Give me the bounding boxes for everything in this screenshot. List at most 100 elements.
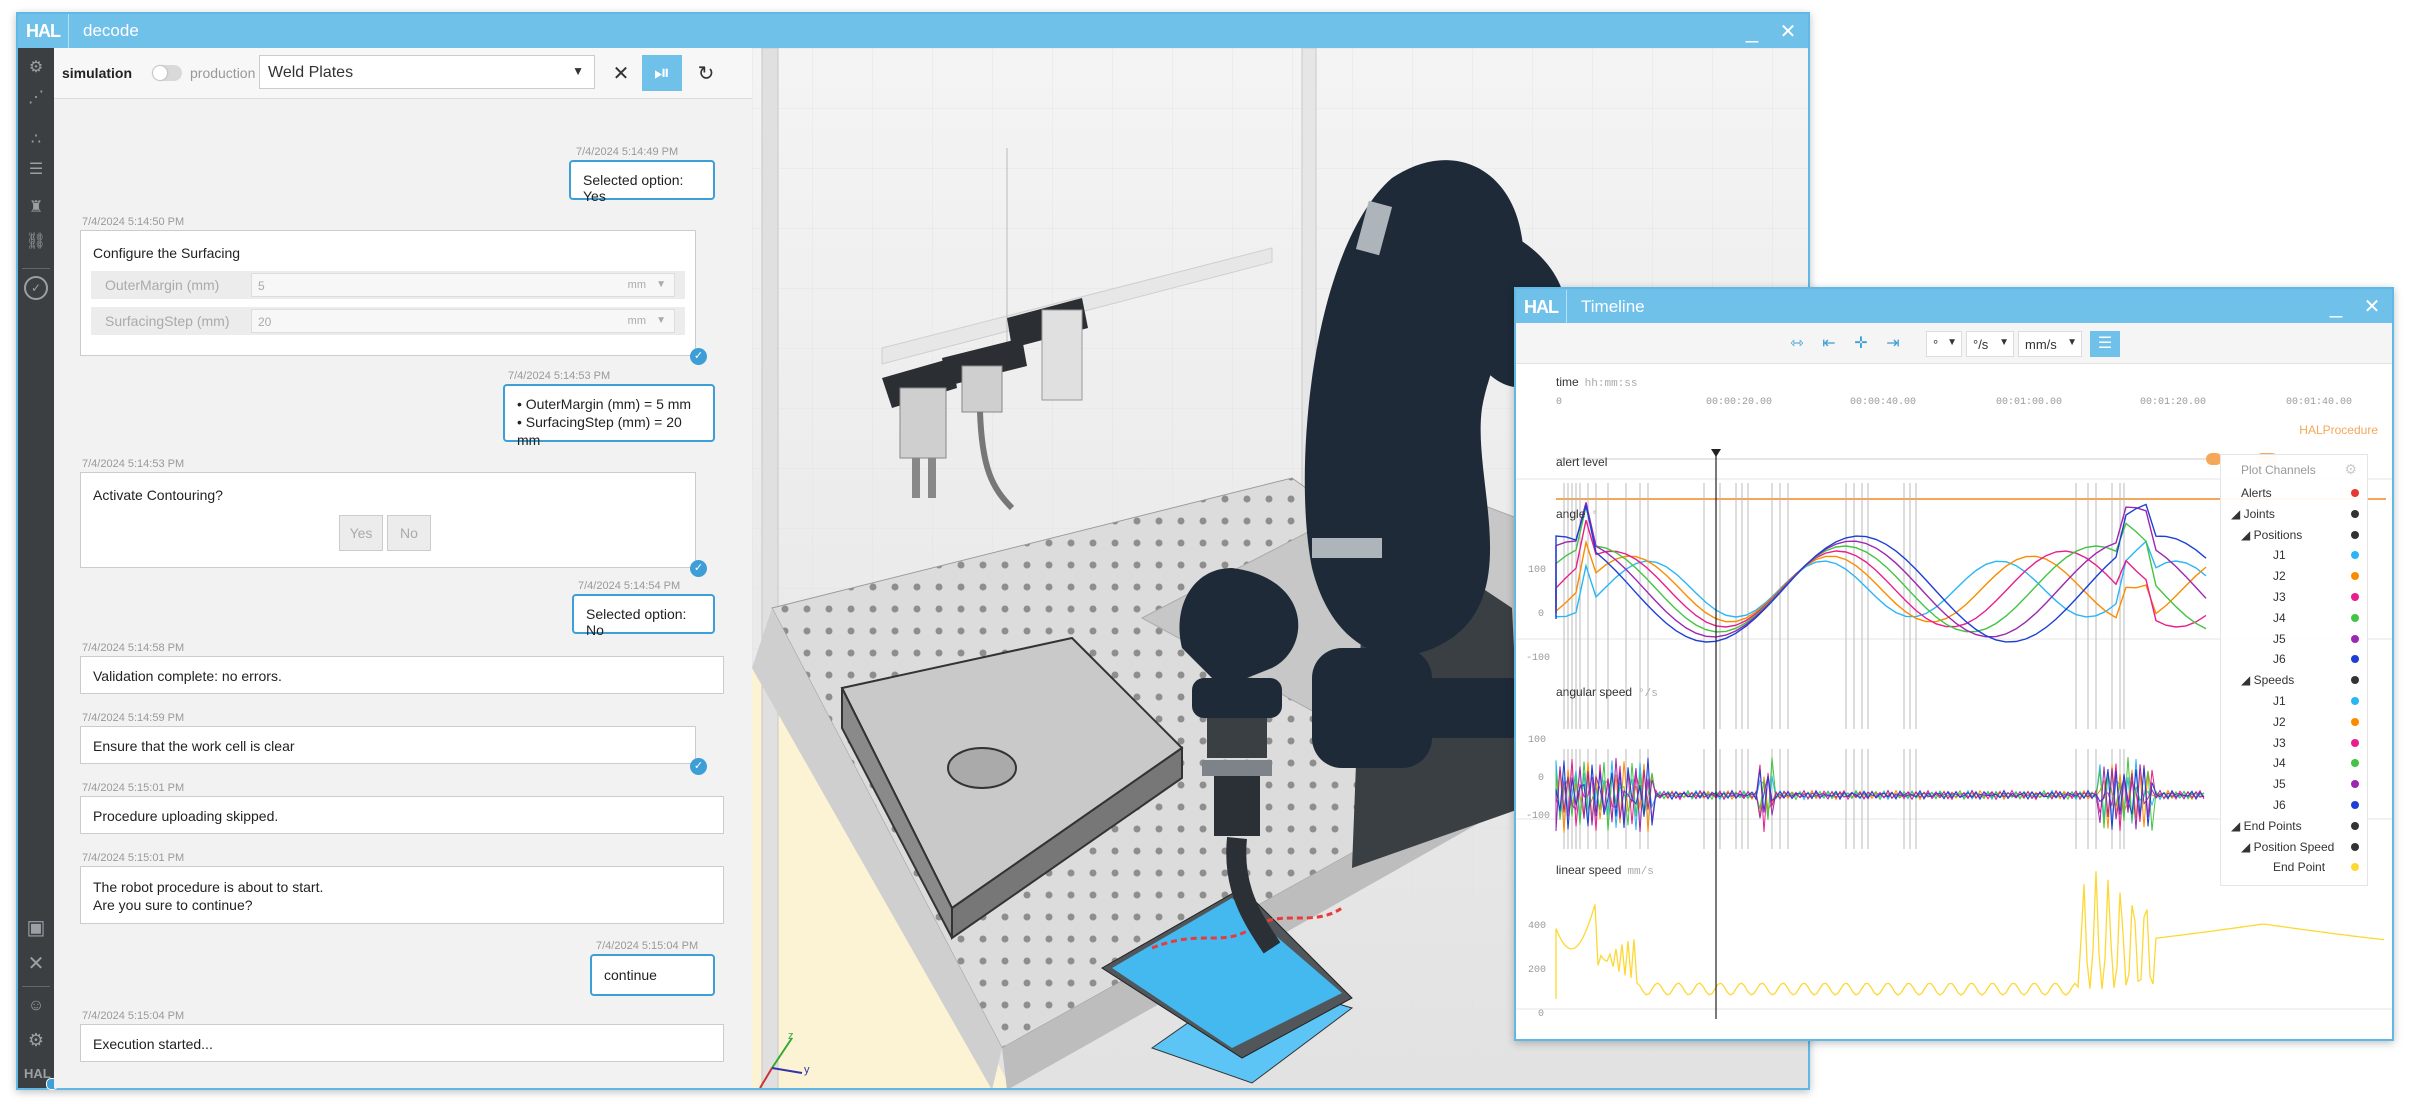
y-tick: 200: [1528, 965, 1547, 976]
legend-label: J4: [2273, 756, 2286, 771]
user-icon[interactable]: ☺: [24, 994, 48, 1018]
legend-item[interactable]: J5: [2221, 629, 2367, 649]
reload-icon: ↻: [697, 62, 715, 85]
message-line: • SurfacingStep (mm) = 20 mm: [517, 414, 682, 448]
stop-button[interactable]: ✕: [601, 55, 641, 91]
procedure-select-value: Weld Plates: [268, 64, 354, 81]
time-label: time hh:mm:ss: [1556, 375, 1637, 390]
go-end-icon[interactable]: ⇥: [1878, 331, 1908, 357]
legend-label: J5: [2273, 777, 2286, 792]
legend-item[interactable]: J3: [2221, 587, 2367, 607]
divider: [22, 268, 50, 269]
timeline-window: HAL Timeline _ ✕ ⇿ ⇤ ✛ ⇥ ° ▼ °/s ▼ mm/s ▼ ☰…: [1514, 287, 2394, 1041]
legend-item[interactable]: ◢ Joints: [2221, 504, 2367, 524]
close-button[interactable]: ✕: [2354, 289, 2390, 323]
robot-icon[interactable]: ♜: [24, 196, 48, 220]
check-icon: ✓: [690, 560, 707, 577]
gear-icon[interactable]: ⚙: [2344, 461, 2357, 478]
settings-icon[interactable]: ⚙: [24, 1028, 48, 1052]
form-row: SurfacingStep (mm) 20 mm ▼: [91, 307, 685, 335]
mode-simulation-label: simulation: [62, 65, 133, 81]
linear-unit-select[interactable]: mm/s ▼: [2018, 331, 2082, 357]
field-unit: mm: [627, 279, 646, 291]
legend-label: J3: [2273, 590, 2286, 604]
unit-value: °/s: [1973, 337, 1989, 352]
legend-item[interactable]: J2: [2221, 712, 2367, 732]
fit-icon[interactable]: ⇿: [1782, 331, 1812, 357]
scatter-icon[interactable]: ∴: [24, 128, 48, 152]
channel-label: linear speed mm/s: [1556, 863, 1654, 878]
legend-item[interactable]: J4: [2221, 608, 2367, 628]
channel-name: linear speed: [1556, 863, 1622, 877]
legend-color-dot: [2351, 489, 2359, 497]
field-value: 20: [258, 315, 272, 329]
channel-unit: °: [1591, 510, 1598, 522]
angular-unit-select[interactable]: °/s ▼: [1966, 331, 2014, 357]
cancel-icon[interactable]: ✕: [24, 952, 48, 976]
save-icon[interactable]: ▣: [24, 916, 48, 940]
timeline-titlebar[interactable]: HAL Timeline _ ✕: [1516, 289, 2392, 325]
minimize-button[interactable]: _: [1734, 14, 1770, 48]
legend-item[interactable]: ◢ End Points: [2221, 816, 2367, 836]
no-button[interactable]: No: [387, 515, 431, 551]
legend-item[interactable]: J5: [2221, 774, 2367, 794]
legend-color-dot: [2351, 863, 2359, 872]
legend-title: Plot Channels: [2241, 463, 2316, 477]
legend-item[interactable]: J4: [2221, 753, 2367, 773]
legend-item[interactable]: J1: [2221, 545, 2367, 565]
legend-color-dot: [2351, 676, 2359, 685]
legend-label: ◢ Position Speed: [2241, 839, 2335, 854]
legend-color-dot: [2351, 509, 2359, 518]
step-button[interactable]: ⏯: [642, 55, 682, 91]
go-start-icon[interactable]: ⇤: [1814, 331, 1844, 357]
message-timestamp: 7/4/2024 5:15:01 PM: [82, 782, 185, 794]
surfacing-step-field[interactable]: 20 mm ▼: [251, 309, 675, 333]
channel-label: alert level: [1556, 455, 1608, 469]
axis-y-label: y: [804, 1064, 810, 1076]
angle-unit-select[interactable]: ° ▼: [1926, 331, 1962, 357]
message-timestamp: 7/4/2024 5:15:04 PM: [82, 1010, 185, 1022]
legend-item[interactable]: J3: [2221, 733, 2367, 753]
minimize-button[interactable]: _: [2318, 289, 2354, 323]
legend-item[interactable]: Alerts: [2221, 483, 2367, 503]
legend-item[interactable]: J2: [2221, 566, 2367, 586]
list-icon[interactable]: ☰: [24, 158, 48, 182]
outer-margin-field[interactable]: 5 mm ▼: [251, 273, 675, 297]
legend-item[interactable]: End Point: [2221, 857, 2367, 877]
message-timestamp: 7/4/2024 5:14:53 PM: [82, 458, 185, 470]
legend-item[interactable]: ◢ Positions: [2221, 525, 2367, 545]
main-titlebar[interactable]: HAL decode _ ✕: [18, 14, 1808, 48]
mode-toggle[interactable]: [152, 65, 182, 81]
procedure-select[interactable]: Weld Plates ▼: [259, 55, 595, 89]
system-message: Procedure uploading skipped.: [80, 796, 724, 834]
legend-color-dot: [2351, 697, 2359, 705]
reload-button[interactable]: ↻: [686, 55, 726, 91]
legend-item[interactable]: J6: [2221, 795, 2367, 815]
menu-button[interactable]: ☰: [2090, 331, 2120, 357]
chevron-down-icon: ▼: [1947, 337, 1957, 348]
graph-icon[interactable]: ⋰: [24, 86, 48, 110]
message-timestamp: 7/4/2024 5:15:01 PM: [82, 852, 185, 864]
hal-bottom-logo: HAL: [24, 1066, 51, 1081]
message-text: Validation complete: no errors.: [93, 668, 282, 684]
crosshair-icon[interactable]: ✛: [1846, 331, 1876, 357]
system-message: Ensure that the work cell is clear: [80, 726, 696, 764]
legend-item[interactable]: ◢ Position Speed: [2221, 837, 2367, 857]
y-tick: 0: [1538, 609, 1545, 620]
legend-color-dot: [2351, 759, 2359, 768]
check-circle-icon[interactable]: ✓: [24, 276, 48, 300]
y-tick: 100: [1528, 565, 1547, 576]
legend-item[interactable]: J1: [2221, 691, 2367, 711]
close-button[interactable]: ✕: [1770, 14, 1806, 48]
gear-small-icon[interactable]: ⚙: [24, 56, 48, 80]
legend-item[interactable]: ◢ Speeds: [2221, 670, 2367, 690]
legend-label: J2: [2273, 714, 2286, 729]
link-icon[interactable]: ⛓: [24, 230, 48, 254]
message-line: The robot procedure is about to start.: [93, 879, 324, 895]
legend-color-dot: [2351, 842, 2359, 851]
message-text: continue: [604, 967, 657, 983]
yes-button[interactable]: Yes: [339, 515, 383, 551]
config-form-card: Configure the Surfacing OuterMargin (mm)…: [80, 230, 696, 356]
legend-item[interactable]: J6: [2221, 649, 2367, 669]
field-unit: mm: [627, 315, 646, 327]
